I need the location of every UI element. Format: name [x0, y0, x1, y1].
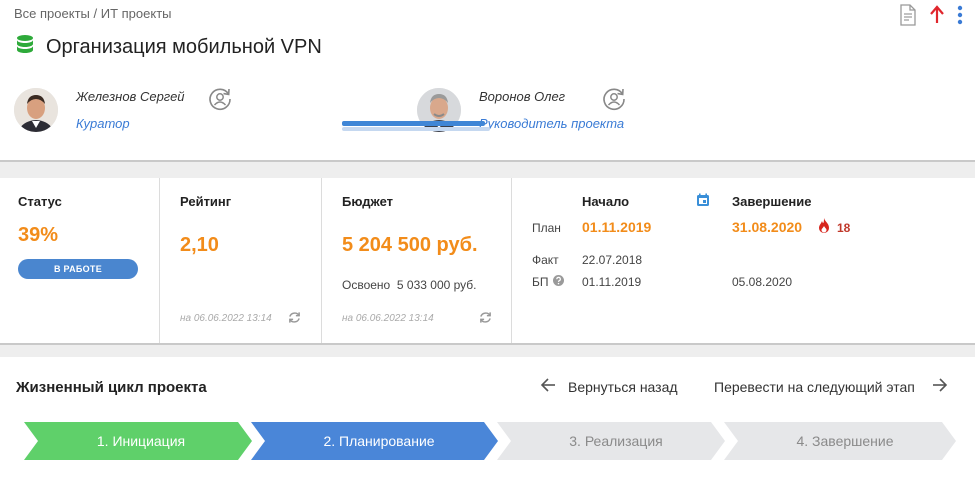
refresh-icon[interactable]	[479, 311, 492, 329]
bp-start-date: 01.11.2019	[582, 275, 642, 289]
budget-spent-value: 5 033 000 руб.	[396, 278, 477, 292]
stage-implementation-label: 3. Реализация	[569, 433, 662, 449]
breadcrumb-separator: /	[93, 6, 98, 21]
fire-icon	[818, 218, 830, 239]
arrow-up-icon[interactable]	[929, 5, 945, 30]
next-stage-label: Перевести на следующий этап	[714, 378, 915, 395]
breadcrumb: Все проекты / ИТ проекты	[14, 6, 172, 21]
go-back-button[interactable]: Вернуться назад	[540, 378, 678, 395]
budget-spent-label: Освоено	[342, 278, 391, 292]
arrow-right-icon	[932, 378, 948, 395]
page-title: Организация мобильной VPN	[46, 36, 322, 58]
next-stage-button[interactable]: Перевести на следующий этап	[714, 378, 969, 395]
manager-role[interactable]: Руководитель проекта	[479, 116, 624, 131]
avatar[interactable]	[14, 88, 58, 132]
fact-label: Факт	[532, 253, 559, 267]
arrow-left-icon	[540, 378, 556, 395]
budget-progress-track	[342, 127, 490, 131]
kebab-menu-icon[interactable]	[957, 5, 963, 30]
budget-progress	[342, 121, 490, 131]
curator-card: Железнов Сергей Куратор	[14, 88, 233, 132]
stage-initiation-label: 1. Инициация	[97, 433, 185, 449]
budget-updated: на 06.06.2022 13:14	[342, 313, 434, 324]
lifecycle-stages: 1. Инициация 2. Планирование 3. Реализац…	[24, 422, 956, 460]
end-header: Завершение	[732, 194, 812, 209]
overdue-days: 18	[837, 221, 851, 235]
stage-planning-label: 2. Планирование	[323, 433, 434, 449]
breadcrumb-it-projects[interactable]: ИТ проекты	[101, 6, 172, 21]
stage-completion-label: 4. Завершение	[796, 433, 893, 449]
status-badge: В РАБОТЕ	[18, 259, 138, 279]
curator-role[interactable]: Куратор	[76, 116, 185, 131]
reassign-user-icon[interactable]	[601, 86, 627, 112]
go-back-label: Вернуться назад	[568, 378, 678, 395]
rating-card: Рейтинг 2,10 на 06.06.2022 13:14	[160, 178, 322, 343]
dates-card: Начало Завершение План 01.11.2019 31.08.…	[512, 178, 975, 343]
bp-end-date: 05.08.2020	[732, 275, 793, 289]
status-percent: 39%	[18, 224, 59, 246]
status-label: Статус	[18, 194, 62, 209]
curator-name: Железнов Сергей	[76, 89, 185, 104]
rating-label: Рейтинг	[180, 194, 232, 209]
bp-row-label: БП	[532, 275, 564, 289]
bp-label: БП	[532, 275, 549, 289]
help-icon[interactable]	[552, 275, 564, 289]
database-icon	[16, 34, 34, 61]
start-header: Начало	[582, 194, 630, 209]
fact-start-date: 22.07.2018	[582, 253, 643, 267]
budget-value: 5 204 500 руб.	[342, 234, 478, 256]
kpi-panel: Статус 39% В РАБОТЕ Рейтинг 2,10 на 06.0…	[0, 178, 975, 343]
plan-start-date: 01.11.2019	[582, 219, 652, 235]
budget-spent: Освоено 5 033 000 руб.	[342, 278, 477, 292]
top-actions	[899, 4, 963, 31]
project-header: Организация мобильной VPN	[16, 34, 322, 61]
plan-label: План	[532, 221, 561, 235]
reassign-user-icon[interactable]	[207, 86, 233, 112]
plan-end-date: 31.08.2020	[732, 219, 803, 235]
budget-label: Бюджет	[342, 194, 393, 209]
document-icon[interactable]	[899, 4, 917, 31]
section-gap	[0, 162, 975, 178]
rating-updated: на 06.06.2022 13:14	[180, 313, 272, 324]
budget-card: Бюджет 5 204 500 руб. Освоено 5 033 000 …	[322, 178, 512, 343]
rating-value: 2,10	[180, 234, 219, 256]
refresh-icon[interactable]	[288, 311, 301, 329]
breadcrumb-all-projects[interactable]: Все проекты	[14, 6, 90, 21]
status-card: Статус 39% В РАБОТЕ	[0, 178, 160, 343]
calendar-icon[interactable]	[696, 193, 710, 212]
lifecycle-title: Жизненный цикл проекта	[16, 379, 207, 396]
section-gap	[0, 345, 975, 357]
budget-progress-fill	[342, 121, 486, 126]
